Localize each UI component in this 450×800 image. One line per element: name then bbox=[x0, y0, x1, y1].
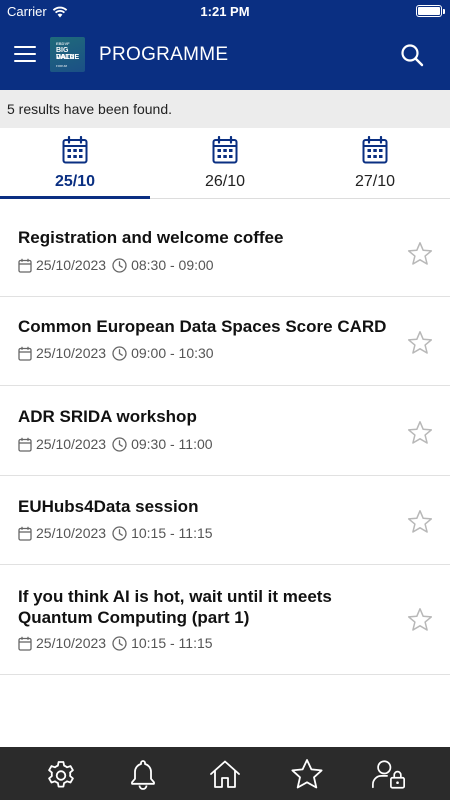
star-icon[interactable] bbox=[407, 420, 433, 446]
calendar-icon bbox=[362, 136, 388, 164]
star-icon[interactable] bbox=[407, 607, 433, 633]
calendar-icon bbox=[18, 636, 32, 651]
star-icon[interactable] bbox=[407, 241, 433, 267]
notifications-button[interactable] bbox=[125, 756, 161, 792]
session-time: 09:00 - 10:30 bbox=[131, 345, 214, 361]
status-bar: Carrier 1:21 PM bbox=[0, 0, 450, 22]
page-title: PROGRAMME bbox=[99, 44, 229, 65]
session-meta: 25/10/2023 10:15 - 11:15 bbox=[18, 635, 213, 651]
list-item[interactable]: Common European Data Spaces Score CARD 2… bbox=[0, 297, 450, 386]
status-time: 1:21 PM bbox=[200, 4, 250, 19]
user-lock-icon bbox=[372, 759, 406, 789]
session-date: 25/10/2023 bbox=[36, 345, 107, 361]
session-date: 25/10/2023 bbox=[36, 525, 107, 541]
event-logo: EBDVF BIG DATA VALUE FORUM bbox=[50, 37, 85, 72]
clock-icon bbox=[112, 635, 127, 651]
session-title: Common European Data Spaces Score CARD bbox=[18, 317, 387, 336]
results-count: 5 results have been found. bbox=[0, 90, 450, 128]
session-date: 25/10/2023 bbox=[36, 436, 107, 452]
tab-day-2-label: 26/10 bbox=[204, 173, 246, 190]
clock-icon bbox=[112, 345, 127, 361]
calendar-icon bbox=[212, 136, 238, 164]
session-title: EUHubs4Data session bbox=[18, 497, 199, 516]
favorites-button[interactable] bbox=[289, 756, 325, 792]
date-tabs: 25/10 26/10 27/10 bbox=[0, 128, 450, 199]
session-time: 09:30 - 11:00 bbox=[131, 436, 213, 452]
clock-icon bbox=[112, 525, 127, 541]
star-icon bbox=[291, 758, 323, 788]
list-item[interactable]: Registration and welcome coffee 25/10/20… bbox=[0, 199, 450, 297]
battery-icon bbox=[416, 5, 445, 17]
settings-button[interactable] bbox=[43, 756, 79, 792]
calendar-icon bbox=[18, 526, 32, 541]
session-meta: 25/10/2023 09:00 - 10:30 bbox=[18, 345, 214, 361]
clock-icon bbox=[112, 257, 127, 273]
calendar-icon bbox=[18, 346, 32, 361]
session-date: 25/10/2023 bbox=[36, 635, 107, 651]
session-title: ADR SRIDA workshop bbox=[18, 407, 197, 426]
list-item[interactable]: EUHubs4Data session 25/10/2023 10:15 - 1… bbox=[0, 476, 450, 565]
list-item[interactable]: ADR SRIDA workshop 25/10/2023 09:30 - 11… bbox=[0, 386, 450, 476]
tab-day-3-label: 27/10 bbox=[354, 173, 396, 190]
session-date: 25/10/2023 bbox=[36, 257, 107, 273]
calendar-icon bbox=[62, 136, 88, 164]
session-meta: 25/10/2023 09:30 - 11:00 bbox=[18, 436, 213, 452]
session-title: Registration and welcome coffee bbox=[18, 228, 284, 247]
session-time: 08:30 - 09:00 bbox=[131, 257, 214, 273]
calendar-icon bbox=[18, 437, 32, 452]
star-icon[interactable] bbox=[407, 330, 433, 356]
home-icon bbox=[210, 760, 240, 788]
gear-icon bbox=[48, 760, 74, 787]
bottom-nav bbox=[0, 747, 450, 800]
account-button[interactable] bbox=[371, 756, 407, 792]
tab-day-2[interactable]: 26/10 bbox=[150, 128, 300, 198]
session-time: 10:15 - 11:15 bbox=[131, 525, 213, 541]
menu-icon[interactable] bbox=[14, 46, 36, 64]
session-time: 10:15 - 11:15 bbox=[131, 635, 213, 651]
session-list: Registration and welcome coffee 25/10/20… bbox=[0, 199, 450, 675]
star-icon[interactable] bbox=[407, 509, 433, 535]
clock-icon bbox=[112, 436, 127, 452]
list-item[interactable]: If you think AI is hot, wait until it me… bbox=[0, 565, 450, 675]
search-icon[interactable] bbox=[400, 43, 424, 67]
tab-day-3[interactable]: 27/10 bbox=[300, 128, 450, 198]
home-button[interactable] bbox=[207, 756, 243, 792]
tab-day-1-label: 25/10 bbox=[54, 173, 96, 190]
app-header: EBDVF BIG DATA VALUE FORUM PROGRAMME bbox=[0, 22, 450, 90]
calendar-icon bbox=[18, 258, 32, 273]
bell-icon bbox=[131, 759, 155, 790]
session-meta: 25/10/2023 08:30 - 09:00 bbox=[18, 257, 214, 273]
tab-day-1[interactable]: 25/10 bbox=[0, 128, 150, 199]
session-title: If you think AI is hot, wait until it me… bbox=[18, 587, 332, 627]
session-meta: 25/10/2023 10:15 - 11:15 bbox=[18, 525, 213, 541]
